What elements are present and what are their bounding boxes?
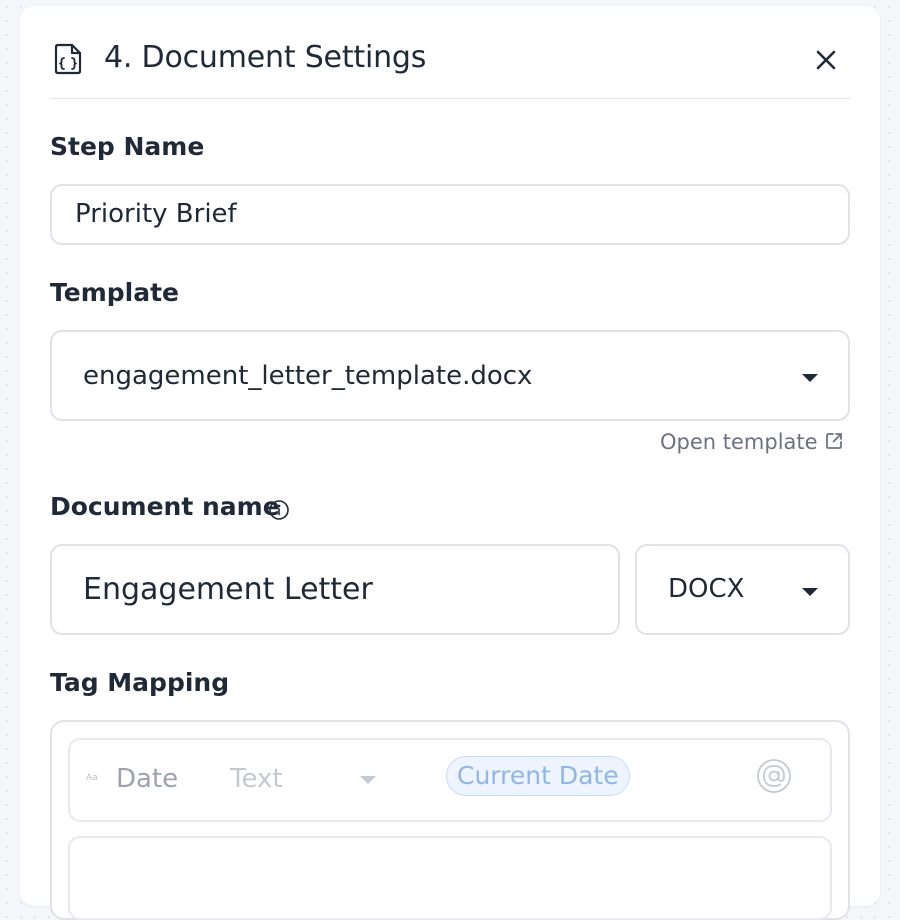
step-name-input[interactable]: Priority Brief	[50, 184, 850, 245]
close-icon[interactable]	[810, 44, 842, 76]
template-selected-value: engagement_letter_template.docx	[83, 361, 533, 391]
external-link-icon	[825, 433, 842, 449]
tag-mapping-row: Aa Date Text Current Date	[68, 738, 832, 822]
format-selected-value: DOCX	[668, 574, 745, 604]
chevron-down-icon	[802, 374, 818, 382]
tag-name: Date	[116, 764, 179, 794]
file-code-icon	[54, 43, 82, 75]
step-name-label: Step Name	[50, 132, 205, 161]
tag-mapping-list: Aa Date Text Current Date	[50, 720, 850, 920]
tag-type-select[interactable]: Text	[230, 764, 283, 794]
open-template-label: Open template	[660, 430, 818, 454]
template-label: Template	[50, 278, 179, 307]
text-type-icon: Aa	[86, 773, 98, 783]
mapped-value-chip[interactable]: Current Date	[446, 756, 630, 796]
step-name-value: Priority Brief	[75, 199, 237, 229]
document-name-input[interactable]: Engagement Letter	[50, 544, 620, 635]
open-template-link[interactable]: Open template	[660, 430, 844, 454]
document-name-label: Document name	[50, 492, 280, 521]
panel-header: 4. Document Settings	[50, 36, 850, 99]
chevron-down-icon	[360, 776, 376, 784]
chevron-down-icon	[802, 588, 818, 596]
info-icon[interactable]	[268, 499, 290, 521]
tag-mapping-label: Tag Mapping	[50, 668, 230, 697]
document-settings-panel: 4. Document Settings Step Name Priority …	[20, 6, 880, 920]
document-name-value: Engagement Letter	[83, 572, 373, 607]
tag-mapping-row	[68, 836, 832, 920]
page-title: 4. Document Settings	[104, 40, 427, 75]
template-select[interactable]: engagement_letter_template.docx	[50, 330, 850, 421]
at-sign-icon[interactable]	[756, 758, 792, 794]
format-select[interactable]: DOCX	[635, 544, 850, 635]
